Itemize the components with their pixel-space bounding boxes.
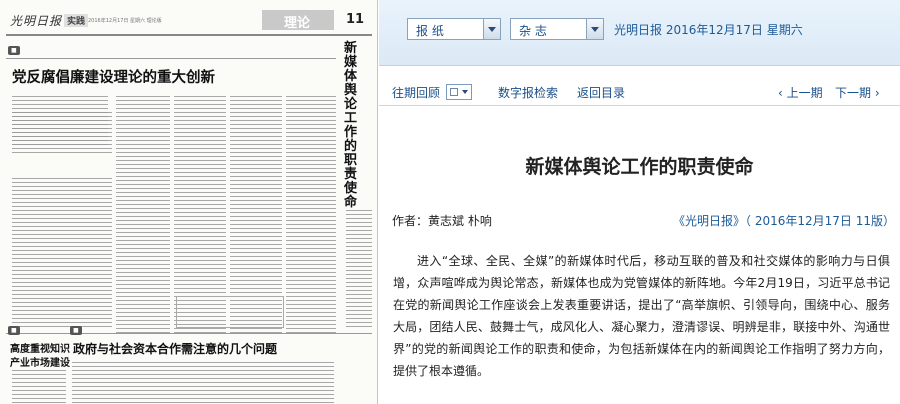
column-badge-icon: ■: [70, 326, 82, 335]
article-text-column[interactable]: [116, 96, 170, 336]
masthead-logo: 光明日报: [10, 14, 63, 28]
prev-issue-link[interactable]: ‹ 上一期: [778, 84, 823, 101]
masthead-meta: 2016年12月17日 星期六 理论版: [88, 18, 162, 24]
issue-dateline: 光明日报 2016年12月17日 星期六: [614, 23, 803, 37]
chevron-left-icon: ‹: [778, 86, 787, 100]
digital-search-link[interactable]: 数字报检索: [498, 84, 558, 101]
article-text-column[interactable]: [12, 178, 112, 328]
newspaper-headline-bottom[interactable]: 政府与社会资本合作需注意的几个问题: [73, 340, 277, 357]
section-badge: 实践: [64, 14, 89, 27]
article-authors: 作者：黄志斌 朴响: [392, 214, 492, 228]
article-text-column[interactable]: [346, 210, 372, 330]
vertical-headline[interactable]: 新媒体舆论工作的职责使命: [344, 42, 360, 210]
chevron-down-icon[interactable]: [586, 19, 603, 39]
archive-date-picker[interactable]: [446, 84, 472, 100]
archive-link[interactable]: 往期回顾: [392, 84, 440, 101]
divider: [6, 333, 372, 334]
edition-select[interactable]: 报 纸: [407, 18, 501, 40]
next-issue-label: 下一期: [835, 86, 872, 100]
chevron-right-icon: ›: [871, 86, 880, 100]
article-source[interactable]: 《光明日报》（ 2016年12月17日 11版）: [673, 212, 895, 229]
calendar-icon: [450, 88, 458, 96]
publication-select-value: 杂 志: [519, 24, 547, 38]
section-tab-label: 理论: [284, 16, 311, 31]
article-title: 新媒体舆论工作的职责使命: [525, 156, 754, 178]
publication-select[interactable]: 杂 志: [510, 18, 604, 40]
article-text-column[interactable]: [286, 96, 336, 336]
divider: [379, 105, 900, 106]
next-issue-link[interactable]: 下一期 ›: [835, 84, 880, 101]
column-badge-icon: ■: [8, 326, 20, 335]
divider: [6, 58, 336, 59]
article-paragraph: 进入“全球、全民、全媒”的新媒体时代后，移动互联的普及和社交媒体的影响力与日俱增…: [393, 254, 890, 378]
newspaper-page-image[interactable]: 光明日报 实践 2016年12月17日 星期六 理论版 理论 11 ■ 党反腐倡…: [0, 0, 378, 404]
newspaper-headline-main[interactable]: 党反腐倡廉建设理论的重大创新: [12, 66, 215, 87]
newspaper-headline-left-1[interactable]: 高度重视知识: [10, 340, 70, 355]
article-text-block[interactable]: [12, 112, 112, 156]
back-to-index-link[interactable]: 返回目录: [577, 84, 625, 101]
prev-issue-label: 上一期: [786, 86, 823, 100]
edition-select-value: 报 纸: [416, 24, 444, 38]
highlight-box: [176, 296, 284, 328]
column-badge-icon: ■: [8, 46, 20, 55]
newspaper-headline-left-2[interactable]: 产业市场建设: [10, 354, 70, 369]
page-number: 11: [346, 12, 365, 27]
chevron-down-icon[interactable]: [483, 19, 500, 39]
chevron-down-icon: [462, 90, 468, 94]
article-text-block[interactable]: [72, 362, 334, 404]
article-text-block[interactable]: [12, 370, 66, 404]
